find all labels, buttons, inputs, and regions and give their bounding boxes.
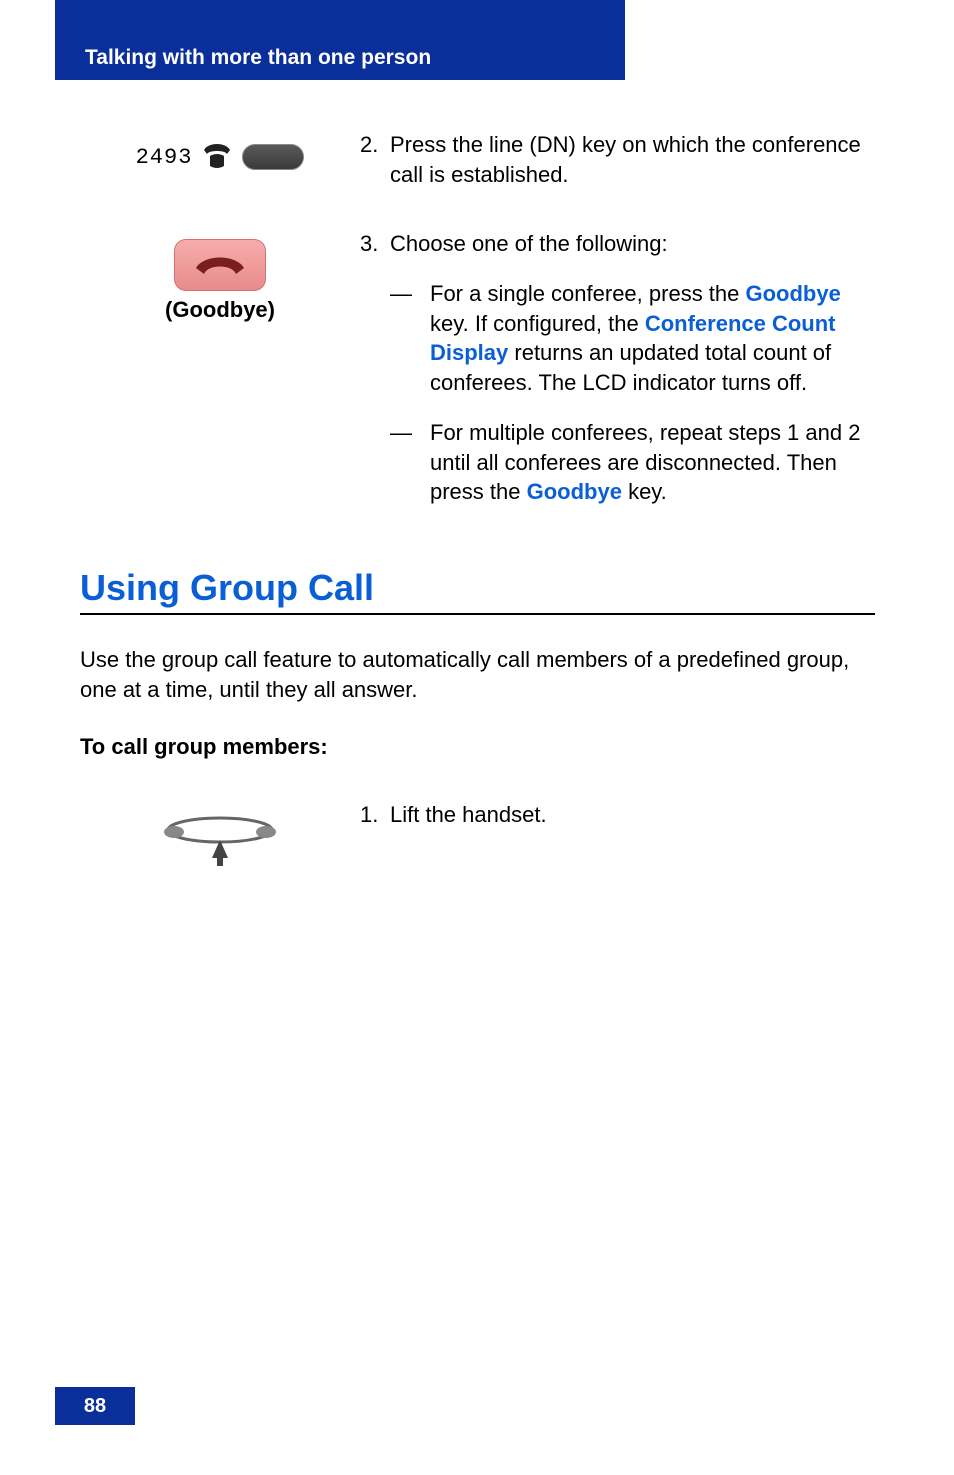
bullet-1-body: For a single conferee, press the Goodbye… bbox=[430, 279, 875, 398]
groupcall-step-1-text: 1. Lift the handset. bbox=[360, 800, 875, 830]
lift-handset-icon bbox=[160, 810, 280, 870]
header-bar: Talking with more than one person bbox=[55, 35, 625, 80]
header-title: Talking with more than one person bbox=[85, 46, 431, 70]
step-3-bullets: — For a single conferee, press the Goodb… bbox=[360, 279, 875, 507]
bullet-dash: — bbox=[390, 279, 430, 398]
bullet-dash: — bbox=[390, 418, 430, 507]
section-paragraph: Use the group call feature to automatica… bbox=[80, 645, 875, 704]
bullet-2-body: For multiple conferees, repeat steps 1 a… bbox=[430, 418, 875, 507]
goodbye-keyword-2: Goodbye bbox=[527, 479, 622, 504]
step-2-number: 2. bbox=[360, 130, 390, 189]
step-3-text: 3. Choose one of the following: — For a … bbox=[360, 229, 875, 527]
step-3-intro: Choose one of the following: bbox=[390, 229, 875, 259]
step-3-row: (Goodbye) 3. Choose one of the following… bbox=[80, 229, 875, 527]
step-2-row: 2493 2. Press the line (DN) key on which… bbox=[80, 130, 875, 189]
groupcall-step-1-icon-col bbox=[80, 800, 360, 870]
groupcall-step-1-row: 1. Lift the handset. bbox=[80, 800, 875, 870]
step-3-number: 3. bbox=[360, 229, 390, 259]
header-top-stripe bbox=[55, 0, 625, 35]
page-number: 88 bbox=[84, 1395, 106, 1418]
line-key-button-icon bbox=[242, 144, 304, 170]
goodbye-key-icon bbox=[174, 239, 266, 291]
groupcall-step-1-number: 1. bbox=[360, 800, 390, 830]
step-2-body: Press the line (DN) key on which the con… bbox=[390, 130, 875, 189]
line-key-illustration: 2493 bbox=[136, 140, 305, 174]
section-subheading: To call group members: bbox=[80, 734, 875, 760]
groupcall-step-1-body: Lift the handset. bbox=[390, 800, 875, 830]
page-number-box: 88 bbox=[55, 1387, 135, 1425]
page: Talking with more than one person 2493 2… bbox=[0, 0, 954, 1475]
goodbye-keyword: Goodbye bbox=[746, 281, 841, 306]
section-heading: Using Group Call bbox=[80, 567, 875, 609]
hangup-icon bbox=[190, 250, 250, 280]
heading-rule bbox=[80, 613, 875, 615]
content-area: 2493 2. Press the line (DN) key on which… bbox=[80, 130, 875, 905]
phone-icon bbox=[200, 140, 234, 174]
bullet-2-text-b: key. bbox=[622, 479, 667, 504]
line-key-digits: 2493 bbox=[136, 145, 193, 170]
bullet-1: — For a single conferee, press the Goodb… bbox=[390, 279, 875, 398]
bullet-1-text-a: For a single conferee, press the bbox=[430, 281, 746, 306]
bullet-2: — For multiple conferees, repeat steps 1… bbox=[390, 418, 875, 507]
step-2-text: 2. Press the line (DN) key on which the … bbox=[360, 130, 875, 189]
step-3-icon-col: (Goodbye) bbox=[80, 229, 360, 323]
goodbye-key-label: (Goodbye) bbox=[165, 297, 275, 323]
step-2-icon-col: 2493 bbox=[80, 130, 360, 174]
bullet-1-text-b: key. If configured, the bbox=[430, 311, 645, 336]
